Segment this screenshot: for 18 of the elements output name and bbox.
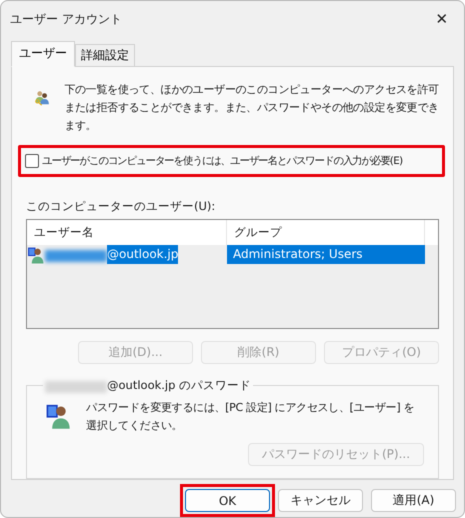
- dialog-button[interactable]: OK: [185, 489, 270, 512]
- group-title: @outlook.jp のパスワード: [107, 378, 252, 393]
- checkbox-label[interactable]: ユーザーがこのコンピューターを使うには、ユーザー名とパスワードの入力が必要(E): [42, 154, 403, 168]
- user-icon: [27, 246, 45, 264]
- tab[interactable]: ユーザー: [11, 41, 75, 67]
- dialog-button[interactable]: キャンセル: [278, 489, 363, 512]
- tab[interactable]: 詳細設定: [75, 44, 135, 67]
- close-button[interactable]: ✕: [420, 1, 464, 37]
- intro-text: 下の一覧を使って、ほかのユーザーのこのコンピューターへのアクセスを許可または拒否することができます。また、パスワードやその他の設定を変更できます。: [64, 82, 439, 134]
- checkbox[interactable]: [25, 154, 39, 168]
- window-title: ユーザー アカウント: [10, 10, 122, 28]
- user-name[interactable]: @outlook.jp: [107, 245, 178, 264]
- password-help-text: パスワードを変更するには、[PC 設定] にアクセスし、[ユーザー] を選択してください。: [86, 400, 416, 434]
- blurred-text: [45, 381, 107, 393]
- dialog-button[interactable]: 適用(A): [371, 489, 456, 512]
- users-label: このコンピューターのユーザー(U):: [26, 199, 216, 214]
- blurred-text: [45, 250, 107, 262]
- user-group: Administrators; Users: [227, 245, 425, 264]
